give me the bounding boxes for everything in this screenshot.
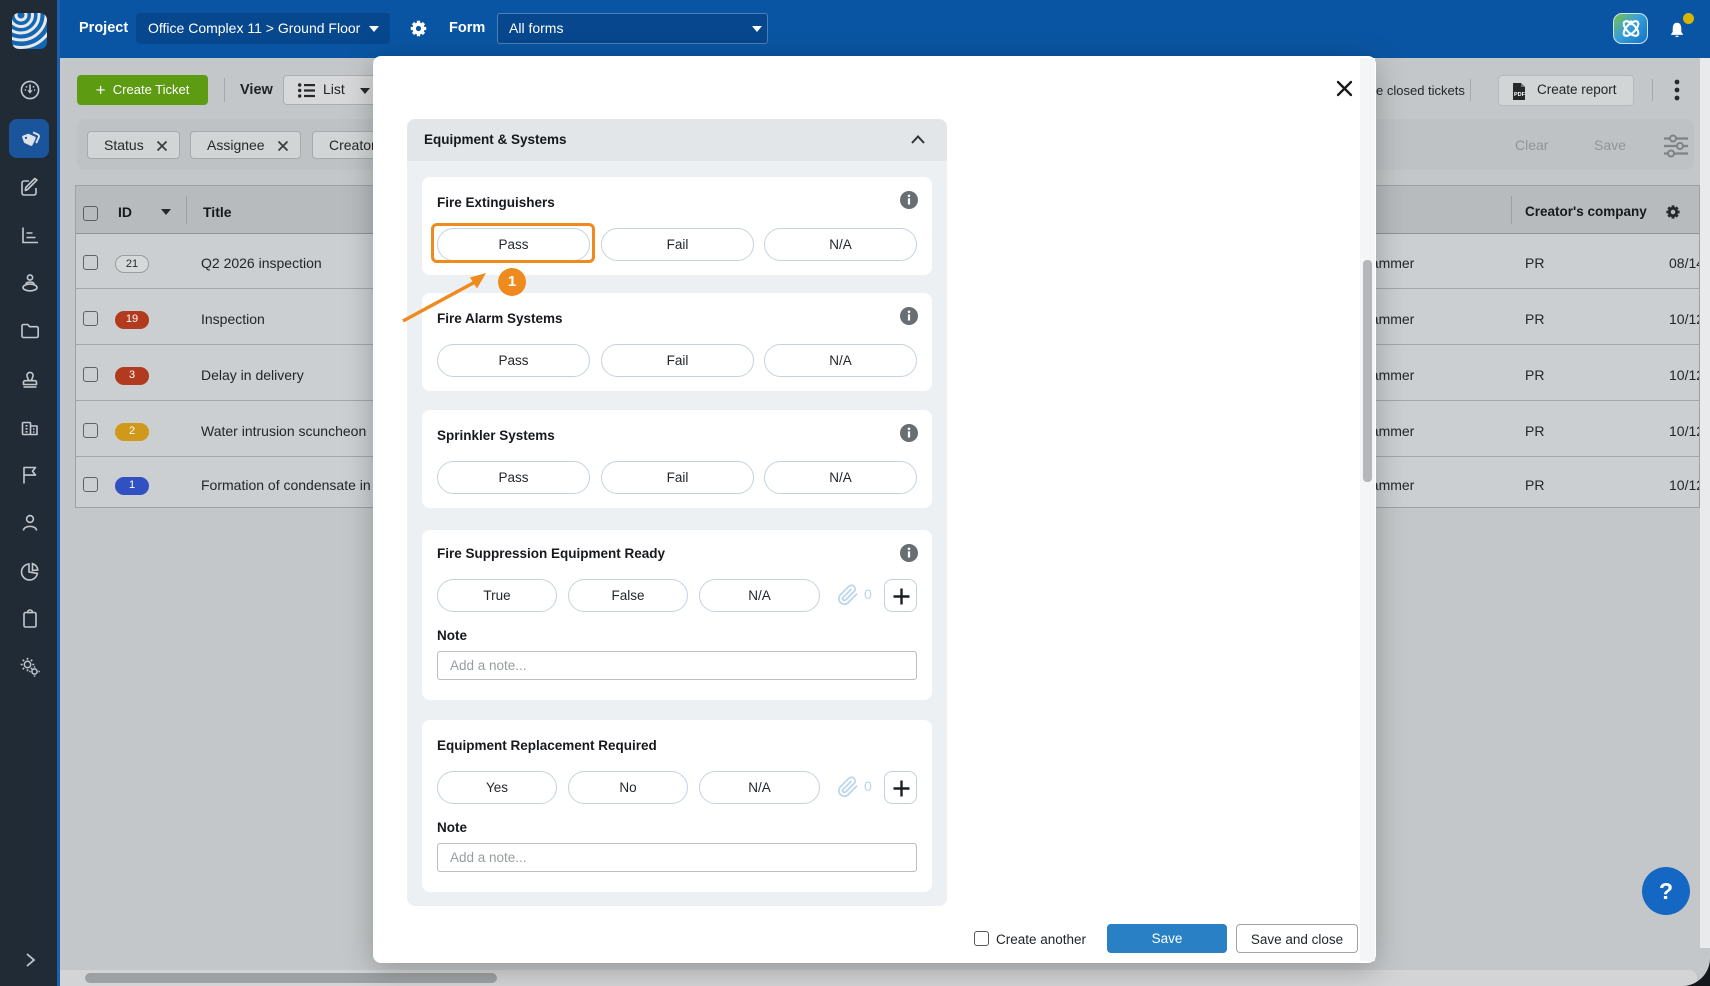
svg-text:PDF: PDF	[1514, 92, 1526, 98]
